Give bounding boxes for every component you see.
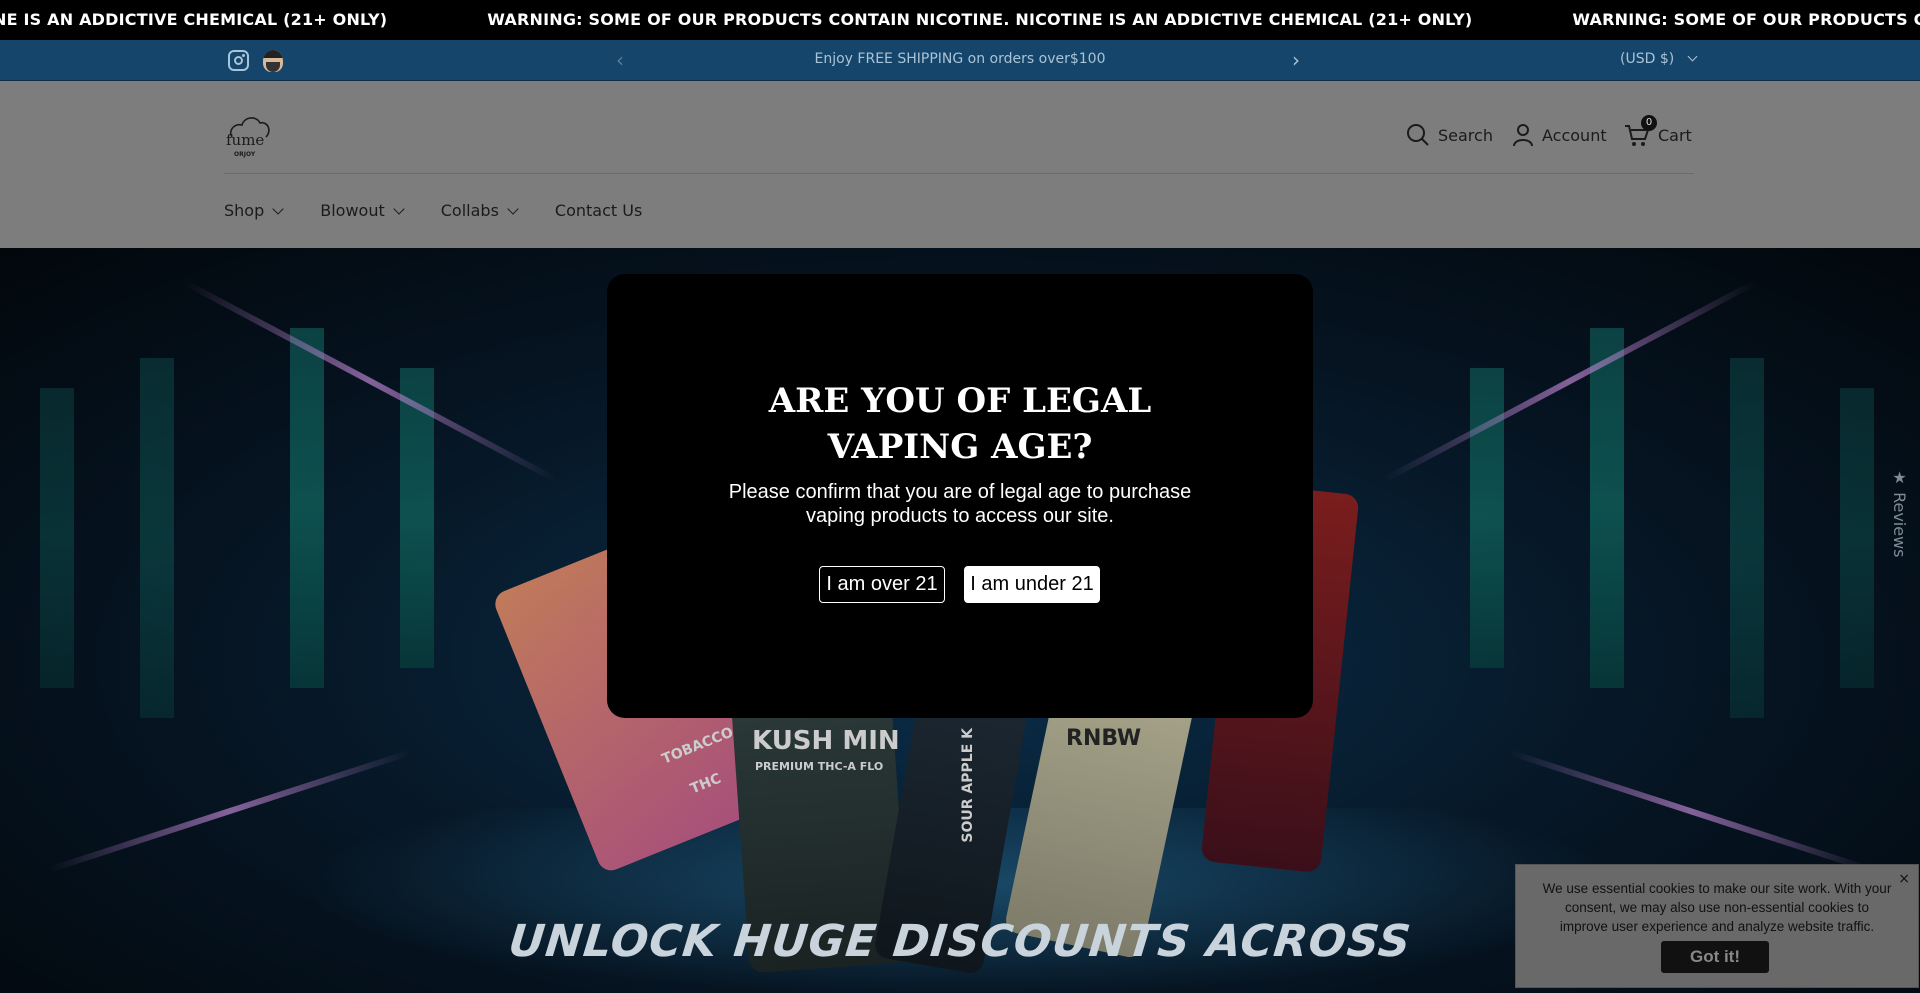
chevron-down-icon bbox=[393, 202, 405, 215]
logo-subtext: ORJOY bbox=[234, 151, 256, 158]
product-label: RNBW bbox=[1066, 726, 1142, 751]
search-icon bbox=[1407, 124, 1429, 146]
warning-text: WARNING: SOME OF OUR PRODUCTS CONTAIN NI… bbox=[1572, 10, 1920, 29]
nav-item-shop[interactable]: Shop bbox=[224, 201, 284, 220]
nicotine-warning-bar: COTINE IS AN ADDICTIVE CHEMICAL (21+ ONL… bbox=[0, 0, 1920, 40]
user-icon bbox=[1513, 124, 1533, 147]
nav-item-label: Blowout bbox=[320, 201, 385, 220]
under-21-button[interactable]: I am under 21 bbox=[964, 566, 1100, 603]
hero-decor bbox=[40, 388, 74, 688]
hero-decor bbox=[1590, 328, 1624, 688]
logo-wordmark: fume bbox=[226, 131, 264, 149]
warning-text: WARNING: SOME OF OUR PRODUCTS CONTAIN NI… bbox=[487, 10, 1473, 29]
cart-button[interactable]: 0 Cart bbox=[1624, 115, 1692, 147]
nav-item-label: Shop bbox=[224, 201, 265, 220]
currency-selector[interactable]: (USD $) bbox=[1620, 51, 1698, 67]
hero-decor bbox=[1730, 358, 1764, 718]
modal-body: Please confirm that you are of legal age… bbox=[728, 481, 1192, 527]
announcement-bar: Enjoy FREE SHIPPING on orders over$100 ‹… bbox=[0, 40, 1920, 81]
over-21-button[interactable]: I am over 21 bbox=[819, 566, 945, 603]
cart-count-badge: 0 bbox=[1641, 115, 1657, 131]
warning-text: COTINE IS AN ADDICTIVE CHEMICAL (21+ ONL… bbox=[0, 10, 388, 29]
cart-label: Cart bbox=[1658, 125, 1692, 145]
modal-title: ARE YOU OF LEGAL VAPING AGE? bbox=[768, 381, 1152, 467]
hero-decor bbox=[1470, 368, 1504, 668]
cookie-banner: × We use essential cookies to make our s… bbox=[1515, 864, 1919, 988]
main-navigation: Shop Blowout Collabs Contact Us bbox=[224, 201, 642, 220]
nav-item-contact-us[interactable]: Contact Us bbox=[555, 201, 642, 220]
site-header: fume ORJOY Search Account 0 Cart Shop Bl… bbox=[0, 81, 1920, 248]
chevron-left-icon[interactable]: ‹ bbox=[616, 48, 624, 72]
nav-item-collabs[interactable]: Collabs bbox=[440, 201, 519, 220]
product-label: KUSH MIN bbox=[752, 726, 900, 756]
account-button[interactable]: Account bbox=[1512, 123, 1607, 147]
currency-label: (USD $) bbox=[1620, 51, 1675, 67]
nav-item-label: Collabs bbox=[440, 201, 499, 220]
chevron-down-icon bbox=[1687, 51, 1698, 62]
product-label: PREMIUM THC-A FLO bbox=[755, 760, 884, 773]
header-divider bbox=[224, 173, 1694, 174]
nav-item-blowout[interactable]: Blowout bbox=[320, 201, 405, 220]
cookie-message: We use essential cookies to make our sit… bbox=[1542, 881, 1892, 934]
nav-item-label: Contact Us bbox=[554, 201, 643, 220]
hero-decor bbox=[1383, 279, 1757, 483]
close-icon[interactable]: × bbox=[1898, 871, 1910, 887]
search-button[interactable]: Search bbox=[1406, 123, 1493, 147]
search-label: Search bbox=[1438, 125, 1493, 145]
chevron-down-icon bbox=[272, 202, 284, 215]
age-verification-modal: ARE YOU OF LEGAL VAPING AGE? Please conf… bbox=[607, 274, 1313, 718]
account-label: Account bbox=[1542, 125, 1607, 145]
chevron-right-icon[interactable]: › bbox=[1292, 48, 1300, 72]
chevron-down-icon bbox=[507, 202, 519, 215]
hero-decor bbox=[1840, 388, 1874, 688]
hero-decor bbox=[183, 279, 557, 483]
hero-decor bbox=[140, 358, 174, 718]
product-label: SOUR APPLE K bbox=[960, 728, 976, 843]
fume-logo[interactable]: fume ORJOY bbox=[224, 109, 274, 159]
reviews-tab-label: ★ Reviews bbox=[1890, 468, 1909, 558]
reviews-tab[interactable]: ★ Reviews bbox=[1886, 468, 1914, 566]
hero-decor bbox=[290, 328, 324, 688]
accept-cookies-button[interactable]: Got it! bbox=[1661, 941, 1769, 973]
